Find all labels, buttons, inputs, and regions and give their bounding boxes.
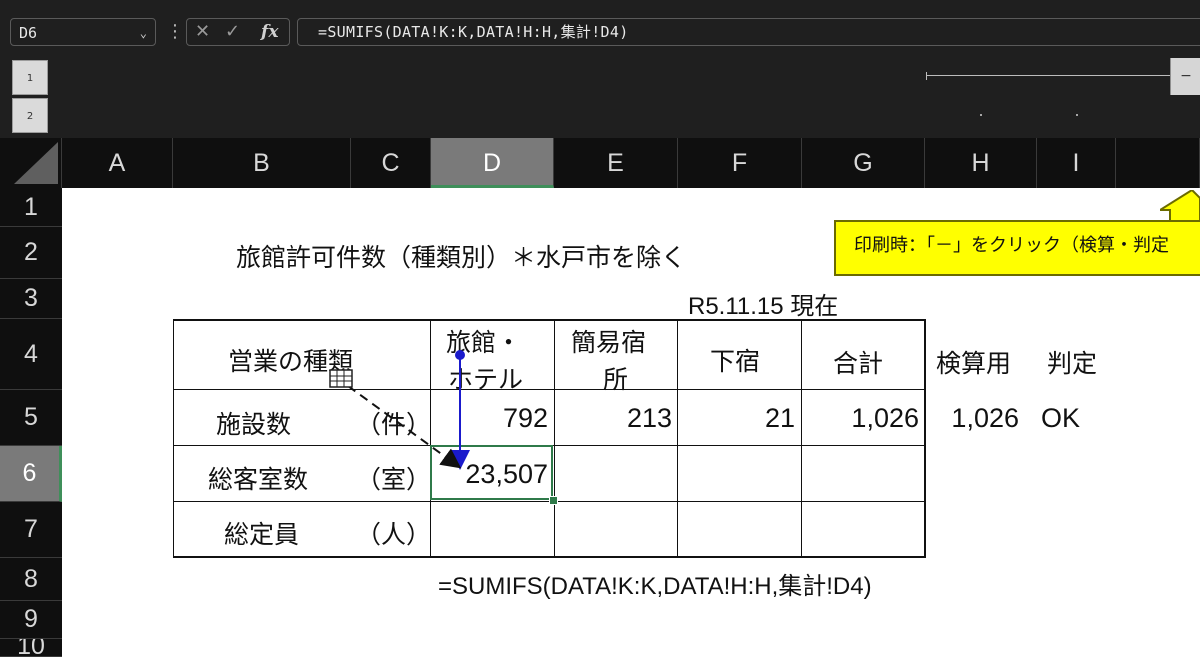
row-facilities-label: 施設数: [216, 410, 292, 439]
table-border-top: [173, 319, 925, 321]
date-note: R5.11.15 現在: [688, 293, 839, 320]
worksheet-icon: [329, 369, 353, 388]
column-header-e[interactable]: E: [554, 138, 678, 188]
row-header-8[interactable]: 8: [0, 558, 62, 601]
header-geshuku: 下宿: [710, 347, 761, 376]
column-header-a[interactable]: A: [62, 138, 173, 188]
outline-area: 1 2 −: [0, 58, 1200, 138]
header-check: 検算用: [936, 349, 1012, 378]
cancel-icon[interactable]: ✕: [195, 19, 210, 45]
callout-pointer-icon: [1160, 190, 1200, 224]
header-judge: 判定: [1047, 349, 1098, 378]
group-bracket-tick: [926, 72, 927, 80]
table-border: [173, 319, 174, 558]
print-instruction-callout: 印刷時：「－」をクリック（検算・判定: [834, 220, 1200, 276]
row-rooms-label: 総客室数: [208, 465, 309, 494]
cell-f5[interactable]: 21: [679, 403, 795, 434]
column-header-b[interactable]: B: [173, 138, 351, 188]
row-header-10[interactable]: 10: [0, 639, 62, 657]
formula-input[interactable]: =SUMIFS(DATA!K:K,DATA!H:H,集計!D4): [297, 18, 1200, 46]
formula-bar: D6 ⌄ ⋮ ✕ ✓ fx =SUMIFS(DATA!K:K,DATA!H:H,…: [0, 0, 1200, 58]
table-border-bottom: [173, 556, 925, 558]
table-border: [801, 319, 802, 558]
cell-e5[interactable]: 213: [556, 403, 672, 434]
sheet-title: 旅館許可件数（種類別）＊水戸市を除く: [236, 243, 687, 272]
row-capacity-unit: （人）: [356, 520, 432, 549]
select-all-button[interactable]: [0, 138, 62, 188]
row-header-9[interactable]: 9: [0, 601, 62, 639]
table-border: [554, 319, 555, 558]
name-box[interactable]: D6 ⌄: [10, 18, 156, 46]
row-header-1[interactable]: 1: [0, 188, 62, 227]
fill-handle[interactable]: [549, 496, 558, 505]
group-bracket-line: [926, 75, 1172, 76]
header-kani-line1: 簡易宿: [571, 328, 647, 357]
header-total: 合計: [833, 349, 884, 378]
row-header-3[interactable]: 3: [0, 279, 62, 319]
table-border: [677, 319, 678, 558]
column-header-g[interactable]: G: [802, 138, 925, 188]
outline-level-1-button[interactable]: 1: [12, 60, 48, 95]
row-header-4[interactable]: 4: [0, 319, 62, 390]
insert-function-icon[interactable]: fx: [261, 19, 278, 45]
column-header-c[interactable]: C: [351, 138, 431, 188]
cell-h5[interactable]: 1,026: [927, 403, 1019, 434]
column-header-d[interactable]: D: [431, 138, 554, 188]
header-kani-line2: 所: [603, 365, 629, 394]
row-header-2[interactable]: 2: [0, 227, 62, 279]
cell-i5[interactable]: OK: [1041, 403, 1091, 434]
table-border: [924, 319, 926, 558]
row-header-column: 1 2 3 4 5 6 7 8 9 10: [0, 188, 62, 657]
column-header-j[interactable]: J: [1116, 138, 1200, 188]
column-header-i[interactable]: I: [1037, 138, 1116, 188]
table-border: [173, 389, 925, 390]
column-header-row: A B C D E F G H I J: [0, 138, 1200, 188]
name-box-value: D6: [19, 24, 38, 42]
formula-display-text: =SUMIFS(DATA!K:K,DATA!H:H,集計!D4): [438, 573, 872, 600]
row-header-5[interactable]: 5: [0, 390, 62, 446]
cell-g5[interactable]: 1,026: [803, 403, 919, 434]
chevron-down-icon[interactable]: ⌄: [140, 19, 147, 47]
row-header-10-label: 10: [17, 639, 45, 657]
row-capacity-label: 総定員: [224, 520, 300, 549]
row-header-7[interactable]: 7: [0, 502, 62, 558]
group-dot: [1076, 114, 1078, 116]
trace-precedents-arrows: [329, 350, 470, 470]
outline-level-2-button[interactable]: 2: [12, 98, 48, 133]
group-dot: [980, 114, 982, 116]
enter-check-icon[interactable]: ✓: [225, 19, 240, 45]
collapse-group-button[interactable]: −: [1170, 58, 1200, 95]
row-header-6[interactable]: 6: [0, 446, 62, 502]
column-header-h[interactable]: H: [925, 138, 1037, 188]
formula-controls: ✕ ✓ fx: [186, 18, 290, 46]
more-options-icon[interactable]: ⋮: [166, 20, 184, 44]
select-all-triangle-icon: [14, 142, 58, 184]
column-header-f[interactable]: F: [678, 138, 802, 188]
